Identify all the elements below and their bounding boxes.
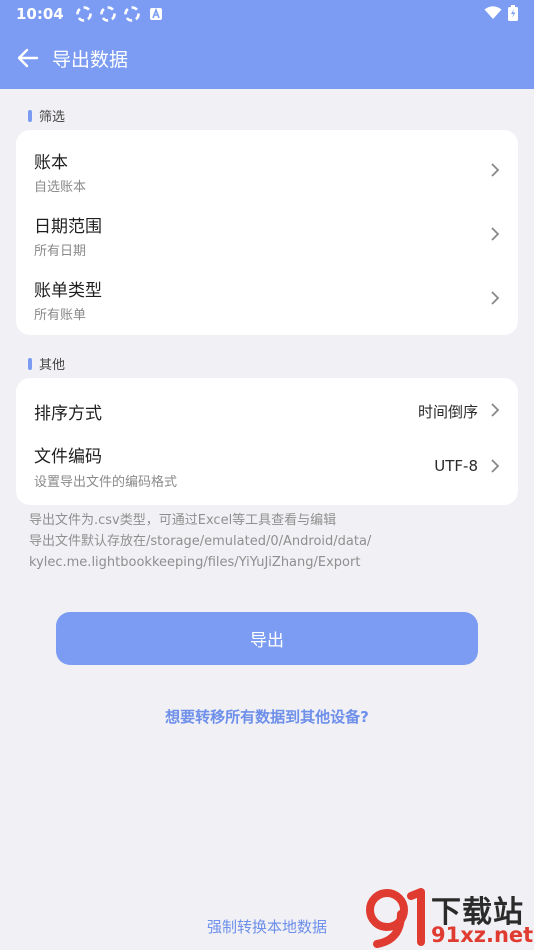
hint-line: 导出文件为.csv类型，可通过Excel等工具查看与编辑	[29, 513, 337, 528]
export-button[interactable]: 导出	[56, 612, 478, 665]
status-time: 10:04	[16, 5, 64, 23]
section-label-filter: 筛选	[28, 106, 65, 125]
section-title: 筛选	[39, 110, 66, 125]
back-button[interactable]	[10, 40, 46, 76]
filter-card: 账本 自选账本 日期范围 所有日期 账单类型 所有账单	[16, 130, 518, 335]
chevron-right-icon	[491, 291, 500, 305]
row-sort-order[interactable]: 排序方式 时间倒序	[16, 386, 518, 434]
row-label: 账本	[34, 153, 68, 173]
transfer-data-link[interactable]: 想要转移所有数据到其他设备?	[0, 706, 534, 727]
status-bar: 10:04	[0, 0, 534, 28]
section-label-other: 其他	[28, 354, 65, 373]
row-date-range[interactable]: 日期范围 所有日期	[16, 202, 518, 266]
arrow-left-icon	[17, 48, 39, 68]
row-label: 文件编码	[34, 447, 102, 467]
hint-line: kylec.me.lightbookkeeping/files/YiYuJiZh…	[29, 555, 361, 570]
watermark: 下载站 91xz.net	[361, 885, 534, 950]
row-value: 时间倒序	[417, 403, 478, 421]
export-hint: 导出文件为.csv类型，可通过Excel等工具查看与编辑 导出文件默认存放在/s…	[29, 510, 371, 573]
watermark-logo-icon	[366, 888, 425, 948]
page-title: 导出数据	[52, 48, 129, 71]
row-sublabel: 所有日期	[34, 244, 87, 259]
chevron-right-icon	[491, 163, 500, 177]
row-sublabel: 自选账本	[34, 180, 87, 195]
a-badge-icon	[148, 6, 164, 22]
row-label: 排序方式	[34, 404, 102, 424]
row-sublabel: 所有账单	[34, 308, 87, 323]
chevron-right-icon	[491, 403, 500, 417]
row-sublabel: 设置导出文件的编码格式	[34, 475, 178, 490]
row-ledger[interactable]: 账本 自选账本	[16, 138, 518, 202]
sync-icon	[123, 6, 140, 22]
wifi-icon	[484, 6, 502, 24]
row-value: UTF-8	[434, 457, 478, 475]
row-label: 账单类型	[34, 281, 102, 301]
section-marker	[28, 357, 32, 370]
row-file-encoding[interactable]: 文件编码 设置导出文件的编码格式 UTF-8	[16, 434, 518, 500]
chevron-right-icon	[491, 227, 500, 241]
hint-line: 导出文件默认存放在/storage/emulated/0/Android/dat…	[29, 534, 372, 549]
other-card: 排序方式 时间倒序 文件编码 设置导出文件的编码格式 UTF-8	[16, 378, 518, 505]
chevron-right-icon	[491, 459, 500, 473]
section-title: 其他	[39, 358, 66, 373]
section-marker	[28, 109, 32, 122]
row-label: 日期范围	[34, 217, 102, 237]
row-bill-type[interactable]: 账单类型 所有账单	[16, 266, 518, 330]
watermark-text-en: 91xz.net	[431, 923, 534, 947]
app-bar: 10:04 导出数据	[0, 0, 534, 89]
toolbar: 导出数据	[0, 36, 534, 80]
sync-icon	[99, 6, 116, 22]
sync-icon	[75, 6, 92, 22]
battery-icon	[508, 5, 518, 25]
